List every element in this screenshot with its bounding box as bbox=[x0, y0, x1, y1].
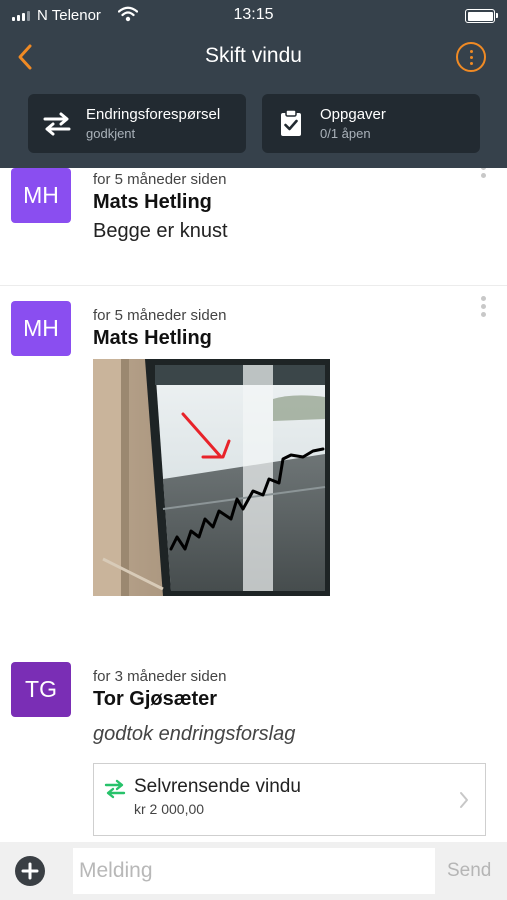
post-author: Mats Hetling bbox=[93, 191, 212, 213]
message-feed[interactable]: MH for 5 måneder siden Mats Hetling Begg… bbox=[0, 168, 507, 842]
post-text: godtok endringsforslag bbox=[93, 723, 296, 745]
change-request-card[interactable]: Selvrensende vindu kr 2 000,00 bbox=[93, 763, 486, 836]
avatar: TG bbox=[11, 662, 71, 717]
more-options-button[interactable] bbox=[456, 42, 486, 72]
post-author: Mats Hetling bbox=[93, 327, 212, 349]
message-composer: Send bbox=[0, 842, 507, 900]
post-time: for 3 måneder siden bbox=[93, 668, 227, 685]
swap-arrows-icon bbox=[43, 112, 71, 136]
clock: 13:15 bbox=[233, 6, 274, 23]
change-card-price: kr 2 000,00 bbox=[134, 801, 205, 817]
page-title: Skift vindu bbox=[205, 44, 302, 67]
post-author: Tor Gjøsæter bbox=[93, 688, 218, 710]
post-time: for 5 måneder siden bbox=[93, 171, 227, 188]
divider bbox=[0, 285, 507, 286]
change-request-label: Endringsforespørsel bbox=[86, 106, 221, 123]
swap-arrows-icon bbox=[104, 779, 126, 799]
change-request-status: godkjent bbox=[86, 126, 136, 141]
post-photo[interactable] bbox=[93, 359, 330, 596]
add-attachment-button[interactable] bbox=[14, 855, 46, 887]
broken-window-photo bbox=[93, 359, 330, 596]
kebab-menu-icon[interactable] bbox=[481, 168, 486, 178]
avatar: MH bbox=[11, 301, 71, 356]
battery-icon bbox=[465, 9, 498, 23]
status-bar: N Telenor 13:15 bbox=[0, 0, 507, 32]
add-circle-icon bbox=[15, 856, 45, 886]
post-text: Begge er knust bbox=[93, 220, 228, 242]
change-card-name: Selvrensende vindu bbox=[134, 776, 301, 797]
message-input[interactable] bbox=[73, 848, 435, 894]
avatar: MH bbox=[11, 168, 71, 223]
post-time: for 5 måneder siden bbox=[93, 307, 227, 324]
tasks-label: Oppgaver bbox=[320, 106, 386, 123]
clipboard-check-icon bbox=[281, 109, 301, 136]
app-header: N Telenor 13:15 Skift vindu Endringsfore… bbox=[0, 0, 507, 168]
kebab-menu-icon[interactable] bbox=[481, 296, 486, 317]
change-request-button[interactable]: Endringsforespørsel godkjent bbox=[28, 94, 246, 153]
tasks-status: 0/1 åpen bbox=[320, 126, 371, 141]
send-button[interactable]: Send bbox=[447, 860, 491, 882]
chevron-right-icon bbox=[460, 792, 468, 808]
tasks-button[interactable]: Oppgaver 0/1 åpen bbox=[262, 94, 480, 153]
